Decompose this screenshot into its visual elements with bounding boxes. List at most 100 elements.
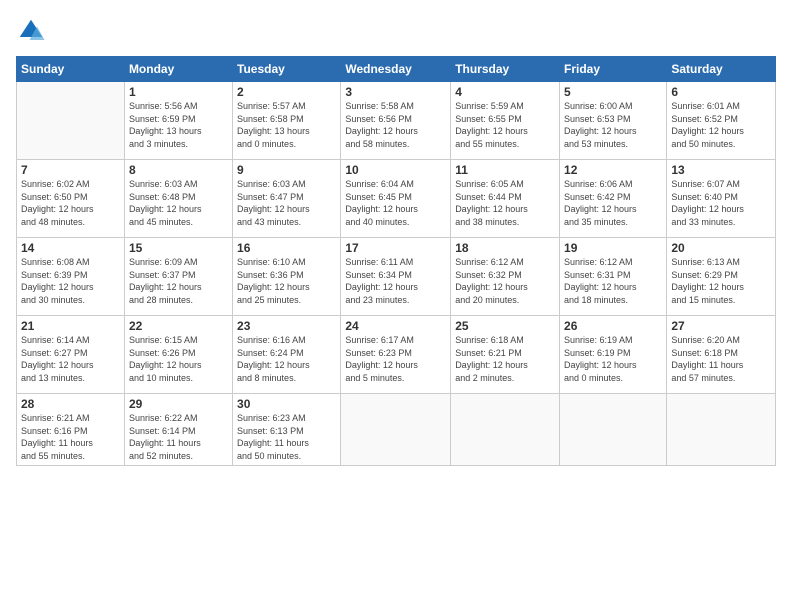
day-info: Sunrise: 6:22 AM Sunset: 6:14 PM Dayligh… xyxy=(129,412,228,462)
day-info: Sunrise: 6:18 AM Sunset: 6:21 PM Dayligh… xyxy=(455,334,555,384)
calendar-cell xyxy=(560,394,667,466)
day-number: 29 xyxy=(129,397,228,411)
calendar-cell: 2Sunrise: 5:57 AM Sunset: 6:58 PM Daylig… xyxy=(233,82,341,160)
calendar-cell: 10Sunrise: 6:04 AM Sunset: 6:45 PM Dayli… xyxy=(341,160,451,238)
day-number: 27 xyxy=(671,319,771,333)
day-number: 7 xyxy=(21,163,120,177)
day-info: Sunrise: 6:23 AM Sunset: 6:13 PM Dayligh… xyxy=(237,412,336,462)
calendar-cell: 15Sunrise: 6:09 AM Sunset: 6:37 PM Dayli… xyxy=(124,238,232,316)
weekday-header-friday: Friday xyxy=(560,57,667,82)
day-number: 1 xyxy=(129,85,228,99)
calendar-cell xyxy=(17,82,125,160)
calendar-week-1: 1Sunrise: 5:56 AM Sunset: 6:59 PM Daylig… xyxy=(17,82,776,160)
day-number: 16 xyxy=(237,241,336,255)
calendar-week-2: 7Sunrise: 6:02 AM Sunset: 6:50 PM Daylig… xyxy=(17,160,776,238)
logo xyxy=(16,16,48,46)
calendar-header-row: SundayMondayTuesdayWednesdayThursdayFrid… xyxy=(17,57,776,82)
calendar: SundayMondayTuesdayWednesdayThursdayFrid… xyxy=(16,56,776,466)
day-info: Sunrise: 6:11 AM Sunset: 6:34 PM Dayligh… xyxy=(345,256,446,306)
calendar-cell: 21Sunrise: 6:14 AM Sunset: 6:27 PM Dayli… xyxy=(17,316,125,394)
day-number: 19 xyxy=(564,241,662,255)
day-info: Sunrise: 6:12 AM Sunset: 6:32 PM Dayligh… xyxy=(455,256,555,306)
calendar-cell: 5Sunrise: 6:00 AM Sunset: 6:53 PM Daylig… xyxy=(560,82,667,160)
day-info: Sunrise: 6:14 AM Sunset: 6:27 PM Dayligh… xyxy=(21,334,120,384)
page: SundayMondayTuesdayWednesdayThursdayFrid… xyxy=(0,0,792,612)
calendar-cell: 20Sunrise: 6:13 AM Sunset: 6:29 PM Dayli… xyxy=(667,238,776,316)
calendar-cell: 29Sunrise: 6:22 AM Sunset: 6:14 PM Dayli… xyxy=(124,394,232,466)
calendar-cell: 24Sunrise: 6:17 AM Sunset: 6:23 PM Dayli… xyxy=(341,316,451,394)
calendar-cell: 8Sunrise: 6:03 AM Sunset: 6:48 PM Daylig… xyxy=(124,160,232,238)
day-info: Sunrise: 5:56 AM Sunset: 6:59 PM Dayligh… xyxy=(129,100,228,150)
calendar-cell: 28Sunrise: 6:21 AM Sunset: 6:16 PM Dayli… xyxy=(17,394,125,466)
day-number: 20 xyxy=(671,241,771,255)
day-number: 14 xyxy=(21,241,120,255)
calendar-week-3: 14Sunrise: 6:08 AM Sunset: 6:39 PM Dayli… xyxy=(17,238,776,316)
day-info: Sunrise: 6:04 AM Sunset: 6:45 PM Dayligh… xyxy=(345,178,446,228)
weekday-header-monday: Monday xyxy=(124,57,232,82)
day-info: Sunrise: 6:19 AM Sunset: 6:19 PM Dayligh… xyxy=(564,334,662,384)
day-info: Sunrise: 6:01 AM Sunset: 6:52 PM Dayligh… xyxy=(671,100,771,150)
day-info: Sunrise: 6:12 AM Sunset: 6:31 PM Dayligh… xyxy=(564,256,662,306)
day-info: Sunrise: 6:15 AM Sunset: 6:26 PM Dayligh… xyxy=(129,334,228,384)
day-number: 24 xyxy=(345,319,446,333)
day-number: 9 xyxy=(237,163,336,177)
day-number: 10 xyxy=(345,163,446,177)
day-number: 18 xyxy=(455,241,555,255)
day-info: Sunrise: 6:09 AM Sunset: 6:37 PM Dayligh… xyxy=(129,256,228,306)
day-info: Sunrise: 6:03 AM Sunset: 6:48 PM Dayligh… xyxy=(129,178,228,228)
calendar-cell: 1Sunrise: 5:56 AM Sunset: 6:59 PM Daylig… xyxy=(124,82,232,160)
day-info: Sunrise: 5:58 AM Sunset: 6:56 PM Dayligh… xyxy=(345,100,446,150)
calendar-cell: 25Sunrise: 6:18 AM Sunset: 6:21 PM Dayli… xyxy=(451,316,560,394)
day-number: 13 xyxy=(671,163,771,177)
calendar-cell xyxy=(451,394,560,466)
logo-icon xyxy=(16,16,46,46)
day-number: 11 xyxy=(455,163,555,177)
day-number: 15 xyxy=(129,241,228,255)
day-number: 17 xyxy=(345,241,446,255)
day-number: 8 xyxy=(129,163,228,177)
calendar-cell: 11Sunrise: 6:05 AM Sunset: 6:44 PM Dayli… xyxy=(451,160,560,238)
calendar-cell: 6Sunrise: 6:01 AM Sunset: 6:52 PM Daylig… xyxy=(667,82,776,160)
day-number: 2 xyxy=(237,85,336,99)
day-info: Sunrise: 6:10 AM Sunset: 6:36 PM Dayligh… xyxy=(237,256,336,306)
day-info: Sunrise: 6:07 AM Sunset: 6:40 PM Dayligh… xyxy=(671,178,771,228)
calendar-cell: 12Sunrise: 6:06 AM Sunset: 6:42 PM Dayli… xyxy=(560,160,667,238)
day-info: Sunrise: 6:03 AM Sunset: 6:47 PM Dayligh… xyxy=(237,178,336,228)
day-info: Sunrise: 6:21 AM Sunset: 6:16 PM Dayligh… xyxy=(21,412,120,462)
calendar-cell: 9Sunrise: 6:03 AM Sunset: 6:47 PM Daylig… xyxy=(233,160,341,238)
day-number: 30 xyxy=(237,397,336,411)
weekday-header-thursday: Thursday xyxy=(451,57,560,82)
day-info: Sunrise: 6:00 AM Sunset: 6:53 PM Dayligh… xyxy=(564,100,662,150)
day-info: Sunrise: 6:08 AM Sunset: 6:39 PM Dayligh… xyxy=(21,256,120,306)
calendar-cell: 19Sunrise: 6:12 AM Sunset: 6:31 PM Dayli… xyxy=(560,238,667,316)
calendar-cell xyxy=(667,394,776,466)
day-number: 22 xyxy=(129,319,228,333)
calendar-cell: 17Sunrise: 6:11 AM Sunset: 6:34 PM Dayli… xyxy=(341,238,451,316)
day-number: 28 xyxy=(21,397,120,411)
day-number: 12 xyxy=(564,163,662,177)
day-number: 25 xyxy=(455,319,555,333)
calendar-week-4: 21Sunrise: 6:14 AM Sunset: 6:27 PM Dayli… xyxy=(17,316,776,394)
header xyxy=(16,16,776,46)
weekday-header-tuesday: Tuesday xyxy=(233,57,341,82)
day-info: Sunrise: 5:59 AM Sunset: 6:55 PM Dayligh… xyxy=(455,100,555,150)
day-number: 3 xyxy=(345,85,446,99)
day-info: Sunrise: 6:16 AM Sunset: 6:24 PM Dayligh… xyxy=(237,334,336,384)
calendar-cell: 13Sunrise: 6:07 AM Sunset: 6:40 PM Dayli… xyxy=(667,160,776,238)
calendar-cell: 30Sunrise: 6:23 AM Sunset: 6:13 PM Dayli… xyxy=(233,394,341,466)
calendar-cell: 23Sunrise: 6:16 AM Sunset: 6:24 PM Dayli… xyxy=(233,316,341,394)
day-number: 21 xyxy=(21,319,120,333)
calendar-cell: 14Sunrise: 6:08 AM Sunset: 6:39 PM Dayli… xyxy=(17,238,125,316)
weekday-header-saturday: Saturday xyxy=(667,57,776,82)
calendar-week-5: 28Sunrise: 6:21 AM Sunset: 6:16 PM Dayli… xyxy=(17,394,776,466)
day-number: 23 xyxy=(237,319,336,333)
weekday-header-wednesday: Wednesday xyxy=(341,57,451,82)
calendar-cell: 16Sunrise: 6:10 AM Sunset: 6:36 PM Dayli… xyxy=(233,238,341,316)
day-info: Sunrise: 6:20 AM Sunset: 6:18 PM Dayligh… xyxy=(671,334,771,384)
day-info: Sunrise: 6:02 AM Sunset: 6:50 PM Dayligh… xyxy=(21,178,120,228)
calendar-cell: 22Sunrise: 6:15 AM Sunset: 6:26 PM Dayli… xyxy=(124,316,232,394)
day-info: Sunrise: 6:06 AM Sunset: 6:42 PM Dayligh… xyxy=(564,178,662,228)
day-number: 5 xyxy=(564,85,662,99)
day-number: 26 xyxy=(564,319,662,333)
calendar-cell: 7Sunrise: 6:02 AM Sunset: 6:50 PM Daylig… xyxy=(17,160,125,238)
